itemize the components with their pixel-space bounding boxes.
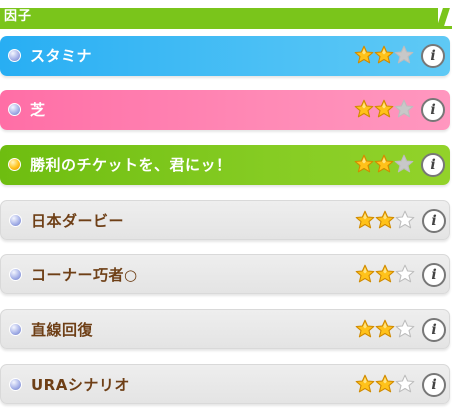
factor-row[interactable]: 勝利のチケットを、君にッ！ i [0, 145, 450, 185]
info-icon[interactable]: i [421, 153, 445, 177]
star-filled-icon [374, 154, 394, 174]
factor-label: 直線回復 [31, 321, 94, 339]
star-rating [355, 319, 417, 341]
star-filled-icon [354, 154, 374, 174]
info-icon[interactable]: i [422, 263, 446, 287]
star-filled-icon [355, 319, 375, 339]
factor-label: コーナー巧者○ [31, 266, 138, 284]
factor-label: 芝 [30, 101, 46, 119]
gold-orb-icon [8, 158, 21, 171]
factor-row[interactable]: 直線回復 i [0, 309, 450, 349]
star-empty-icon [394, 154, 414, 174]
star-filled-icon [354, 99, 374, 119]
star-filled-icon [375, 264, 395, 284]
info-icon[interactable]: i [421, 98, 445, 122]
star-filled-icon [374, 99, 394, 119]
star-rating [354, 99, 416, 121]
factor-row[interactable]: URAシナリオ i [0, 364, 450, 404]
star-rating [354, 154, 416, 176]
info-icon[interactable]: i [422, 373, 446, 397]
info-icon[interactable]: i [422, 318, 446, 342]
info-icon[interactable]: i [421, 44, 445, 68]
star-empty-icon [395, 374, 415, 394]
factor-label: 日本ダービー [31, 212, 125, 230]
star-filled-icon [375, 319, 395, 339]
header-slash-decoration [437, 8, 450, 26]
star-filled-icon [375, 374, 395, 394]
factors-header: 因子 [0, 8, 452, 29]
factor-row[interactable]: スタミナ i [0, 36, 450, 76]
star-empty-icon [395, 319, 415, 339]
star-rating [355, 210, 417, 232]
star-filled-icon [375, 210, 395, 230]
info-icon[interactable]: i [422, 209, 446, 233]
header-tab: 因子 [0, 8, 438, 26]
silver-orb-icon [9, 214, 22, 227]
star-filled-icon [355, 210, 375, 230]
factor-label: スタミナ [30, 47, 93, 65]
star-filled-icon [354, 45, 374, 65]
star-rating [355, 374, 417, 396]
star-filled-icon [355, 374, 375, 394]
star-rating [354, 45, 416, 67]
star-rating [355, 264, 417, 286]
factor-label: URAシナリオ [31, 376, 130, 394]
star-empty-icon [395, 210, 415, 230]
header-title: 因子 [4, 9, 33, 24]
silver-orb-icon [9, 268, 22, 281]
silver-orb-icon [9, 323, 22, 336]
factor-row[interactable]: 日本ダービー i [0, 200, 450, 240]
silver-orb-icon [8, 103, 21, 116]
silver-orb-icon [9, 378, 22, 391]
silver-orb-icon [8, 49, 21, 62]
star-filled-icon [374, 45, 394, 65]
star-empty-icon [394, 45, 414, 65]
factor-label: 勝利のチケットを、君にッ！ [30, 156, 232, 174]
factor-row[interactable]: コーナー巧者○ i [0, 254, 450, 294]
star-empty-icon [395, 264, 415, 284]
star-filled-icon [355, 264, 375, 284]
star-empty-icon [394, 99, 414, 119]
factor-row[interactable]: 芝i [0, 90, 450, 130]
